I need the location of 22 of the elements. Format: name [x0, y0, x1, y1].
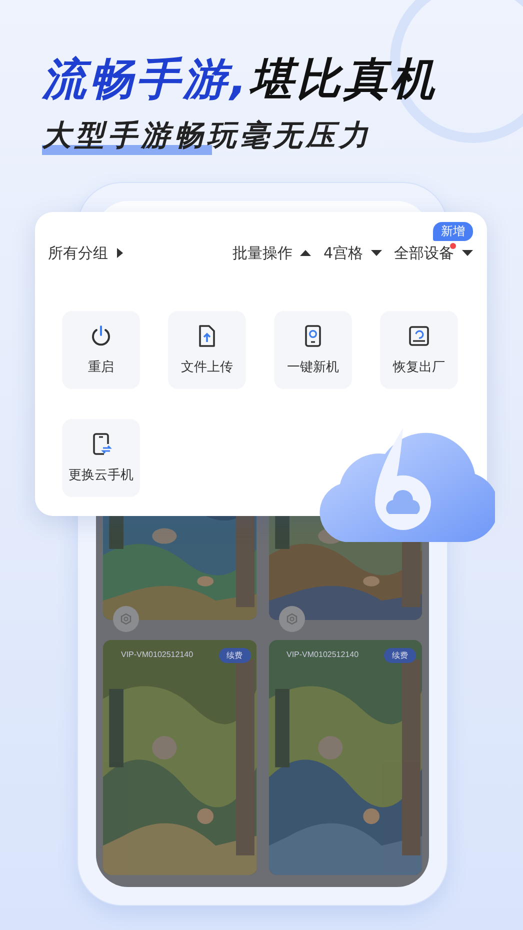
device-restore-icon	[407, 324, 431, 348]
caret-down-icon	[371, 249, 382, 258]
action-button[interactable]: 重启	[62, 310, 140, 389]
caret-up-icon	[300, 249, 312, 258]
action-button[interactable]: 一键新机	[274, 310, 352, 389]
device-id: VIP-VM0102512140	[286, 650, 359, 659]
devices-dropdown[interactable]: 全部设备	[394, 244, 473, 263]
caret-down-icon	[462, 249, 473, 258]
power-icon	[89, 324, 113, 348]
caret-right-icon	[116, 248, 124, 258]
hexagon-icon	[286, 612, 298, 625]
device-id: VIP-VM0102512140	[121, 650, 194, 659]
headline: 堪比真机	[250, 54, 438, 105]
action-button[interactable]: 文件上传	[168, 310, 246, 389]
hexagon-icon	[120, 612, 132, 625]
batch-operation-dropdown[interactable]: 批量操作	[232, 244, 312, 263]
group-filter[interactable]: 所有分组	[48, 244, 124, 263]
headline-highlight: 流畅手游,	[42, 54, 250, 105]
grid-dropdown[interactable]: 4宫格	[323, 244, 382, 263]
new-badge: 新增	[433, 222, 473, 241]
action-button[interactable]: 恢复出厂	[380, 310, 458, 389]
action-button[interactable]: 更换云手机	[62, 418, 140, 497]
